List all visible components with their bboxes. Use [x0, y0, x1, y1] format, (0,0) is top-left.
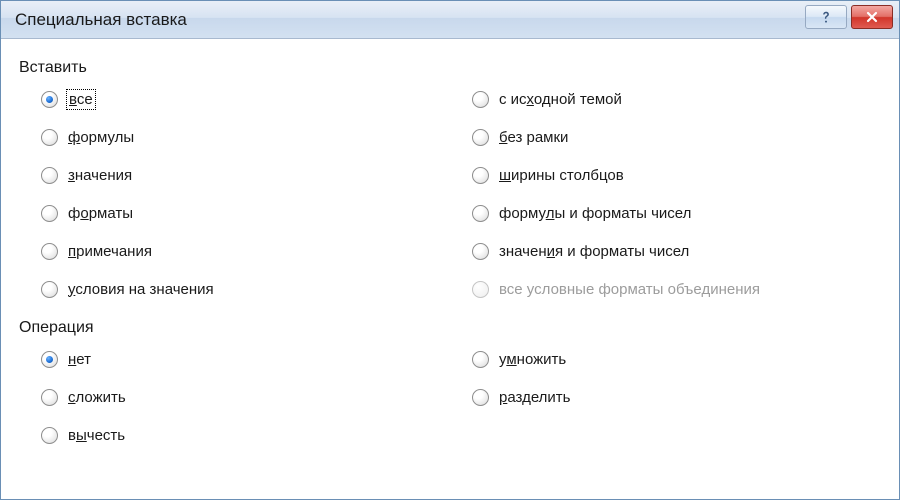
radio-icon	[41, 167, 58, 184]
radio-option-примечания[interactable]: примечания	[41, 239, 450, 263]
operation-group-label: Операция	[19, 319, 881, 337]
radio-icon	[472, 205, 489, 222]
radio-option-разделить[interactable]: разделить	[472, 385, 881, 409]
help-icon	[819, 10, 833, 24]
dialog-title: Специальная вставка	[15, 10, 187, 30]
radio-option-значения-и-форматы-чисел[interactable]: значения и форматы чисел	[472, 239, 881, 263]
radio-icon	[41, 91, 58, 108]
close-button[interactable]	[851, 5, 893, 29]
radio-icon	[472, 91, 489, 108]
radio-option-вычесть[interactable]: вычесть	[41, 423, 450, 447]
close-icon	[865, 10, 879, 24]
radio-label: разделить	[499, 389, 570, 406]
radio-option-умножить[interactable]: умножить	[472, 347, 881, 371]
radio-option-форматы[interactable]: форматы	[41, 201, 450, 225]
radio-label: все	[68, 91, 94, 108]
radio-icon	[41, 205, 58, 222]
radio-icon	[41, 129, 58, 146]
radio-label: примечания	[68, 243, 152, 260]
radio-icon	[41, 243, 58, 260]
radio-icon	[472, 129, 489, 146]
titlebar-buttons	[805, 5, 893, 29]
radio-icon	[472, 167, 489, 184]
radio-icon	[472, 281, 489, 298]
radio-label: вычесть	[68, 427, 125, 444]
radio-icon	[41, 281, 58, 298]
radio-icon	[41, 351, 58, 368]
radio-option-нет[interactable]: нет	[41, 347, 450, 371]
operation-options: нет сложить вычесть умножить разделить	[19, 347, 881, 447]
operation-column-right: умножить разделить	[450, 347, 881, 447]
radio-label: умножить	[499, 351, 566, 368]
titlebar[interactable]: Специальная вставка	[1, 1, 899, 39]
radio-label: формулы	[68, 129, 134, 146]
radio-option-ширины-столбцов[interactable]: ширины столбцов	[472, 163, 881, 187]
radio-option-сложить[interactable]: сложить	[41, 385, 450, 409]
radio-label: форматы	[68, 205, 133, 222]
radio-label: без рамки	[499, 129, 568, 146]
radio-option-формулы-и-форматы-чисел[interactable]: формулы и форматы чисел	[472, 201, 881, 225]
paste-column-right: с исходной темой без рамки ширины столбцов…	[450, 87, 881, 301]
radio-label: нет	[68, 351, 91, 368]
radio-label: формулы и форматы чисел	[499, 205, 691, 222]
dialog-content: Вставить все формулы значения форматы примеч…	[1, 39, 899, 447]
radio-option-все-условные-форматы-объединен: все условные форматы объединения	[472, 277, 881, 301]
radio-option-формулы[interactable]: формулы	[41, 125, 450, 149]
radio-option-значения[interactable]: значения	[41, 163, 450, 187]
paste-column-left: все формулы значения форматы примечания услов…	[19, 87, 450, 301]
radio-label: ширины столбцов	[499, 167, 624, 184]
radio-option-условия-на-значения[interactable]: условия на значения	[41, 277, 450, 301]
operation-column-left: нет сложить вычесть	[19, 347, 450, 447]
paste-options: все формулы значения форматы примечания услов…	[19, 87, 881, 301]
radio-option-с-исходной-темой[interactable]: с исходной темой	[472, 87, 881, 111]
paste-group-label: Вставить	[19, 59, 881, 77]
dialog-window: Специальная вставка Вставить все формулы з…	[0, 0, 900, 500]
radio-label: условия на значения	[68, 281, 214, 298]
radio-label: с исходной темой	[499, 91, 622, 108]
radio-icon	[472, 351, 489, 368]
radio-icon	[41, 389, 58, 406]
radio-label: сложить	[68, 389, 126, 406]
radio-label: значения и форматы чисел	[499, 243, 689, 260]
radio-option-без-рамки[interactable]: без рамки	[472, 125, 881, 149]
radio-label: значения	[68, 167, 132, 184]
radio-icon	[472, 243, 489, 260]
radio-icon	[41, 427, 58, 444]
help-button[interactable]	[805, 5, 847, 29]
radio-label: все условные форматы объединения	[499, 281, 760, 298]
radio-icon	[472, 389, 489, 406]
radio-option-все[interactable]: все	[41, 87, 450, 111]
